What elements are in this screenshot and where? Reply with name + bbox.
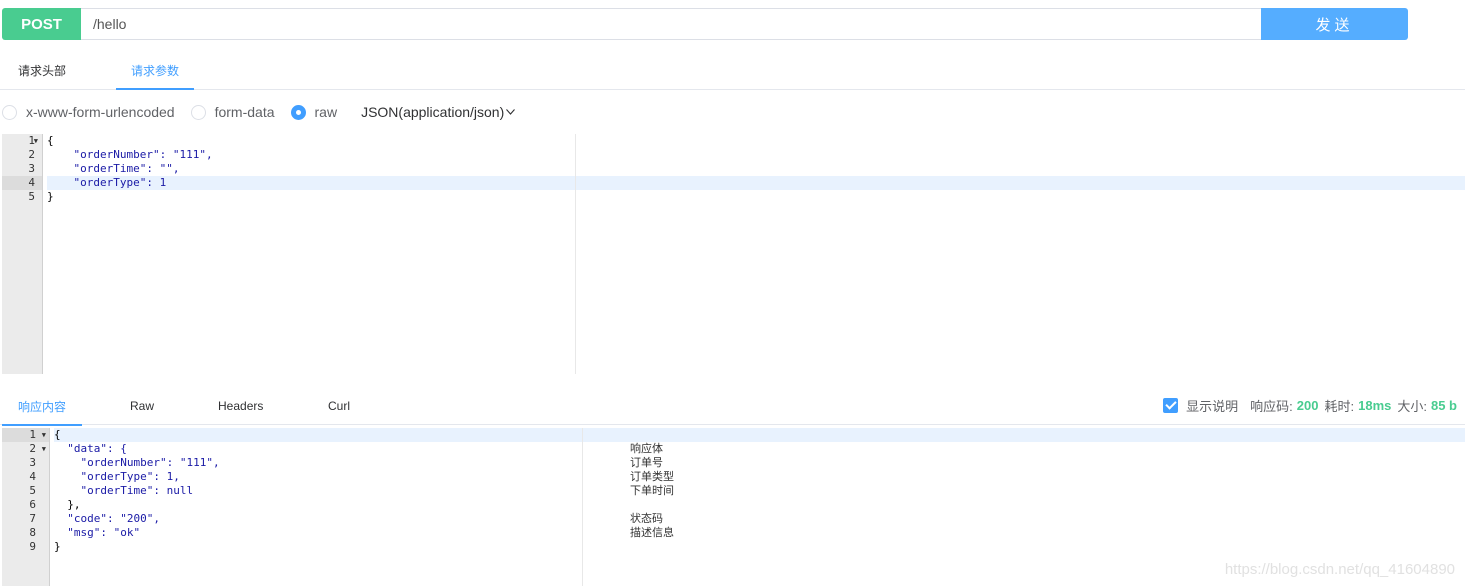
line-number: 4 xyxy=(2,176,42,190)
radio-circle-icon xyxy=(2,104,17,120)
line-number: 1 ▼ xyxy=(28,134,38,148)
request-body-editor[interactable]: 1 ▼ 2 3 4 5 { "orderNumber": "111", "orde… xyxy=(2,134,1465,374)
radio-label: x-www-form-urlencoded xyxy=(26,104,175,120)
radio-urlencoded[interactable]: x-www-form-urlencoded xyxy=(2,104,175,120)
radio-label: form-data xyxy=(214,104,275,120)
radio-form-data[interactable]: form-data xyxy=(190,104,275,120)
line-number: 2 ▼ xyxy=(29,442,46,456)
field-description: 描述信息 xyxy=(630,526,674,539)
line-number: 8 xyxy=(29,526,36,539)
line-number: 2 xyxy=(28,148,35,161)
fold-arrow-icon[interactable]: ▼ xyxy=(42,442,46,456)
field-descriptions: 响应体 订单号 订单类型 下单时间 状态码 描述信息 xyxy=(630,442,674,540)
body-type-group: x-www-form-urlencoded form-data raw JSON… xyxy=(2,102,516,122)
watermark: https://blog.csdn.net/qq_41604890 xyxy=(1224,561,1455,578)
method-badge[interactable]: POST xyxy=(2,8,81,40)
code-area[interactable]: { "orderNumber": "111", "orderTime": "",… xyxy=(43,134,1465,204)
url-input[interactable] xyxy=(81,8,1261,40)
line-number: 3 xyxy=(28,162,35,175)
code-line: "orderType": 1, xyxy=(54,470,180,483)
request-tabs: 请求头部 请求参数 xyxy=(0,52,1465,90)
tab-response-headers[interactable]: Headers xyxy=(218,387,263,425)
line-number-gutter: 1 ▼ 2 ▼ 3 4 5 6 7 8 9 xyxy=(2,428,50,586)
print-margin xyxy=(582,428,583,586)
line-number: 5 xyxy=(28,190,35,203)
content-type-dropdown[interactable]: JSON(application/json) xyxy=(361,104,516,120)
code-line: "orderNumber": "111", xyxy=(47,148,213,161)
field-description xyxy=(630,498,674,512)
code-line: "orderTime": "", xyxy=(47,162,180,175)
radio-checked-icon xyxy=(290,104,306,120)
fold-arrow-icon[interactable]: ▼ xyxy=(34,134,38,148)
print-margin xyxy=(575,134,576,374)
code-line: "orderNumber": "111", xyxy=(54,456,220,469)
size-label: 大小: xyxy=(1397,398,1427,414)
line-number: 6 xyxy=(29,498,36,511)
send-button[interactable]: 发送 xyxy=(1261,8,1408,40)
field-description: 响应体 xyxy=(630,442,663,455)
size-value: 85 b xyxy=(1430,397,1457,413)
tab-response-raw[interactable]: Raw xyxy=(130,387,154,425)
line-number: 3 xyxy=(29,456,36,469)
line-number: 4 xyxy=(29,470,36,483)
code-line: { xyxy=(47,134,54,147)
code-line-active: { xyxy=(54,428,1465,442)
code-area[interactable]: { "data": { "orderNumber": "111", "order… xyxy=(50,428,1465,554)
field-description: 状态码 xyxy=(630,512,663,525)
show-desc-checkbox[interactable] xyxy=(1163,397,1179,413)
show-desc-label[interactable]: 显示说明 xyxy=(1186,396,1238,415)
tab-response-curl[interactable]: Curl xyxy=(328,387,350,425)
time-label: 耗时: xyxy=(1324,398,1355,414)
code-line: "orderTime": null xyxy=(54,484,194,497)
line-number-gutter: 1 ▼ 2 3 4 5 xyxy=(2,134,43,374)
chevron-down-icon xyxy=(506,106,516,118)
fold-arrow-icon[interactable]: ▼ xyxy=(42,428,46,442)
radio-raw[interactable]: raw xyxy=(290,104,338,120)
response-status: 显示说明 响应码: 200 耗时: 18ms 大小: 85 b xyxy=(1163,396,1463,414)
line-number: 7 xyxy=(29,512,36,525)
code-line-active: "orderType": 1 xyxy=(47,176,1465,190)
radio-circle-icon xyxy=(190,104,206,120)
code-line: } xyxy=(47,190,54,203)
status-code-label: 响应码: xyxy=(1250,398,1293,414)
line-number: 1 ▼ xyxy=(2,428,49,442)
field-description: 订单类型 xyxy=(630,470,674,483)
code-line: "data": { xyxy=(54,442,127,455)
line-number: 9 xyxy=(29,540,36,553)
code-line: "code": "200", xyxy=(54,512,160,525)
radio-label: raw xyxy=(314,104,338,120)
code-line: } xyxy=(54,540,61,553)
field-description: 下单时间 xyxy=(630,484,674,497)
status-code-value: 200 xyxy=(1296,397,1319,413)
code-line: }, xyxy=(54,498,81,511)
tab-response-content[interactable]: 响应内容 xyxy=(2,387,82,426)
content-type-label: JSON(application/json) xyxy=(361,104,505,120)
tab-request-headers[interactable]: 请求头部 xyxy=(18,52,68,89)
time-value: 18ms xyxy=(1358,397,1392,413)
line-number: 5 xyxy=(29,484,36,497)
code-line: "msg": "ok" xyxy=(54,526,141,539)
tab-request-params[interactable]: 请求参数 xyxy=(116,52,194,90)
field-description: 订单号 xyxy=(630,456,663,469)
request-bar: POST 发送 xyxy=(2,8,1408,40)
